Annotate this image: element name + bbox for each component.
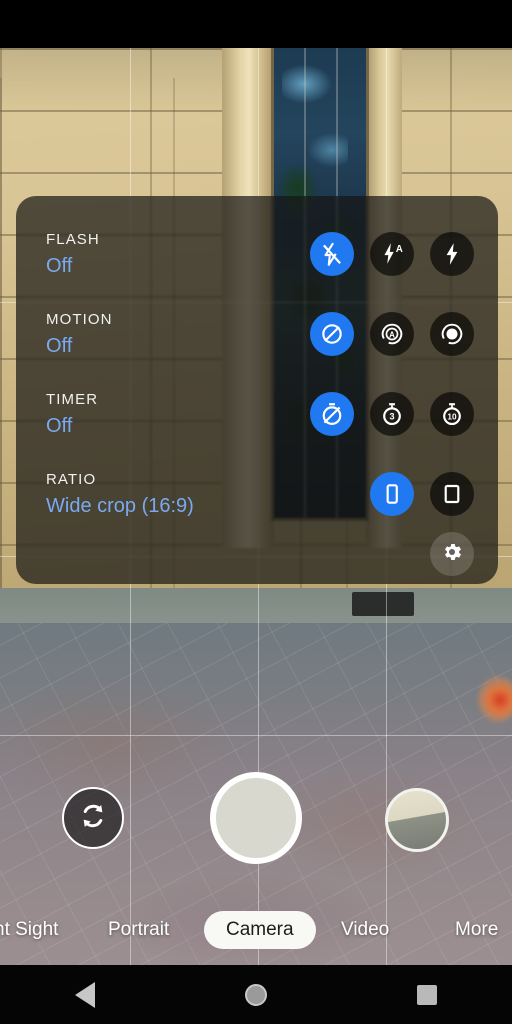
motion-auto-option[interactable]: A xyxy=(370,312,414,356)
mode-camera[interactable]: Camera xyxy=(204,911,316,949)
svg-text:10: 10 xyxy=(447,412,457,421)
flash-off-icon xyxy=(319,241,345,267)
flash-off-option[interactable] xyxy=(310,232,354,276)
quick-setting-row-motion: MOTION Off A xyxy=(16,294,498,374)
grid-line-horizontal-3 xyxy=(0,735,512,736)
mode-night-sight[interactable]: ht Sight xyxy=(0,919,58,941)
ratio-4-3-icon xyxy=(439,481,465,507)
ratio-value: Wide crop (16:9) xyxy=(46,494,194,517)
motion-on-icon xyxy=(439,321,465,347)
motion-value: Off xyxy=(46,334,73,357)
photo-thumbnail[interactable] xyxy=(385,788,449,852)
mode-more[interactable]: More xyxy=(455,919,498,941)
flash-on-icon xyxy=(439,241,465,267)
flash-value: Off xyxy=(46,254,73,277)
recents-square-icon xyxy=(416,984,437,1005)
motion-label: MOTION xyxy=(46,310,113,328)
letterbox-top xyxy=(0,0,512,48)
flash-label: FLASH xyxy=(46,230,100,248)
quick-setting-row-flash: FLASH Off A xyxy=(16,214,498,294)
phone-screen: FLASH Off A MOTION Off A TIMER Off 3 10 … xyxy=(0,0,512,1024)
shutter-button[interactable] xyxy=(210,772,302,864)
motion-auto-icon: A xyxy=(379,321,405,347)
back-triangle-icon xyxy=(75,981,96,1008)
timer-off-icon xyxy=(319,401,345,427)
timer-3s-icon: 3 xyxy=(379,401,405,427)
flash-auto-option[interactable]: A xyxy=(370,232,414,276)
svg-text:A: A xyxy=(396,244,403,255)
timer-10s-icon: 10 xyxy=(439,401,465,427)
gear-icon xyxy=(440,540,464,569)
android-navigation-bar xyxy=(0,965,512,1024)
flip-camera-button[interactable] xyxy=(62,787,124,849)
quick-settings-panel: FLASH Off A MOTION Off A TIMER Off 3 10 … xyxy=(16,196,498,584)
motion-off-option[interactable] xyxy=(310,312,354,356)
svg-text:3: 3 xyxy=(389,412,394,422)
mode-video[interactable]: Video xyxy=(341,919,389,941)
nav-home-button[interactable] xyxy=(216,975,296,1015)
motion-on-option[interactable] xyxy=(430,312,474,356)
svg-text:A: A xyxy=(389,331,395,340)
camera-flip-icon xyxy=(76,799,110,838)
quick-setting-row-ratio: RATIO Wide crop (16:9) xyxy=(16,454,498,534)
background-drain-vent xyxy=(352,592,414,616)
nav-back-button[interactable] xyxy=(45,975,125,1015)
timer-label: TIMER xyxy=(46,390,99,408)
ratio-16-9-option[interactable] xyxy=(370,472,414,516)
nav-recents-button[interactable] xyxy=(387,975,467,1015)
motion-off-icon xyxy=(319,321,345,347)
home-circle-icon xyxy=(244,983,267,1006)
timer-off-option[interactable] xyxy=(310,392,354,436)
ratio-4-3-option[interactable] xyxy=(430,472,474,516)
settings-button[interactable] xyxy=(430,532,474,576)
camera-mode-strip: ht Sight Portrait Camera Video More xyxy=(0,908,512,952)
flash-auto-icon: A xyxy=(379,241,405,267)
timer-value: Off xyxy=(46,414,73,437)
timer-10s-option[interactable]: 10 xyxy=(430,392,474,436)
timer-3s-option[interactable]: 3 xyxy=(370,392,414,436)
ratio-label: RATIO xyxy=(46,470,97,488)
mode-portrait[interactable]: Portrait xyxy=(108,919,169,941)
flash-on-option[interactable] xyxy=(430,232,474,276)
quick-setting-row-timer: TIMER Off 3 10 xyxy=(16,374,498,454)
ratio-16-9-icon xyxy=(379,481,405,507)
background-orange-blur xyxy=(478,676,512,722)
